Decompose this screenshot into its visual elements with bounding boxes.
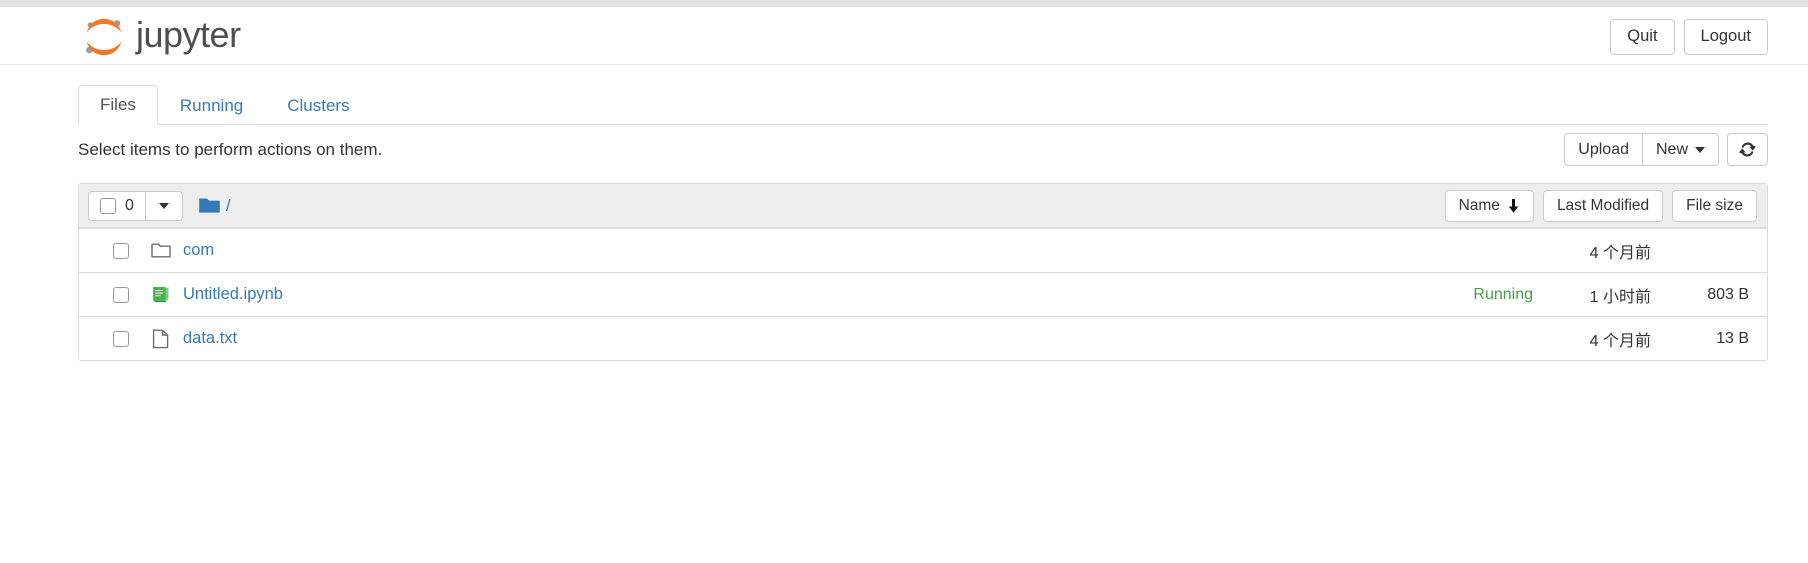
jupyter-notebook-dashboard: jupyter Quit Logout Files Running Cluste… (0, 0, 1808, 563)
breadcrumb: / (199, 196, 231, 216)
chevron-down-icon (158, 202, 169, 209)
logout-button[interactable]: Logout (1683, 19, 1768, 55)
file-list-header: 0 / Name Last Modified File size (79, 184, 1767, 228)
selected-count: 0 (125, 196, 134, 214)
row-checkbox[interactable] (113, 330, 129, 347)
row-meta: Running 1 小时前 803 B (1473, 283, 1749, 307)
file-size-value: 803 B (1707, 285, 1749, 303)
row-checkbox[interactable] (113, 286, 129, 303)
sort-name-label: Name (1458, 196, 1500, 214)
sort-buttons: Name Last Modified File size (1444, 189, 1757, 222)
header-buttons: Quit Logout (1610, 19, 1768, 55)
file-size-value: 13 B (1716, 329, 1749, 347)
sort-by-name-button[interactable]: Name (1444, 189, 1534, 222)
quit-button[interactable]: Quit (1610, 19, 1675, 55)
tab-files[interactable]: Files (78, 84, 158, 125)
row-checkbox[interactable] (113, 242, 129, 259)
breadcrumb-root-path[interactable]: / (226, 196, 231, 216)
refresh-button[interactable] (1727, 133, 1768, 167)
last-modified-value: 4 个月前 (1589, 332, 1651, 350)
toolbar-buttons: Upload New (1564, 133, 1768, 167)
brand-title: jupyter (136, 14, 241, 55)
refresh-icon (1739, 142, 1756, 157)
selection-hint-text: Select items to perform actions on them. (78, 140, 383, 159)
last-modified-value: 1 小时前 (1589, 288, 1651, 306)
row-meta: 4 个月前 (1533, 239, 1749, 263)
table-row[interactable]: data.txt 4 个月前 13 B (79, 316, 1767, 360)
tab-running[interactable]: Running (158, 86, 265, 125)
page-header: jupyter Quit Logout (0, 7, 1808, 65)
folder-filled-icon[interactable] (199, 197, 220, 214)
tab-clusters[interactable]: Clusters (265, 86, 371, 125)
file-name-link[interactable]: Untitled.ipynb (183, 285, 283, 304)
select-dropdown-button[interactable] (145, 190, 183, 221)
file-name-link[interactable]: com (183, 241, 214, 260)
action-row: Select items to perform actions on them.… (78, 125, 1768, 175)
upload-button[interactable]: Upload (1564, 133, 1643, 167)
file-icon (151, 329, 171, 349)
table-row[interactable]: com 4 个月前 (79, 228, 1767, 272)
new-dropdown-button[interactable]: New (1641, 133, 1719, 167)
tabs-container: Files Running Clusters (78, 84, 1768, 125)
sort-by-file-size-button[interactable]: File size (1672, 189, 1757, 222)
status-badge: Running (1473, 285, 1533, 303)
file-list: 0 / Name Last Modified File size com 4 个… (78, 183, 1768, 361)
table-row[interactable]: Untitled.ipynb Running 1 小时前 803 B (79, 272, 1767, 316)
file-name-link[interactable]: data.txt (183, 329, 237, 348)
select-all-button[interactable]: 0 (88, 190, 146, 221)
notebook-icon (151, 285, 171, 305)
last-modified-value: 4 个月前 (1589, 244, 1651, 262)
checkbox-icon[interactable] (100, 197, 116, 214)
row-meta: 4 个月前 13 B (1533, 327, 1749, 351)
brand[interactable]: jupyter (80, 12, 241, 62)
arrow-down-icon (1508, 198, 1519, 213)
upload-new-group: Upload New (1564, 133, 1719, 167)
select-all-group: 0 (88, 190, 183, 221)
jupyter-logo (86, 18, 122, 56)
sort-by-last-modified-button[interactable]: Last Modified (1542, 189, 1664, 222)
top-sliver-bar (0, 0, 1808, 7)
folder-outline-icon (151, 241, 171, 261)
chevron-down-icon (1695, 146, 1705, 153)
new-label: New (1655, 141, 1688, 158)
tab-list: Files Running Clusters (78, 84, 1768, 125)
